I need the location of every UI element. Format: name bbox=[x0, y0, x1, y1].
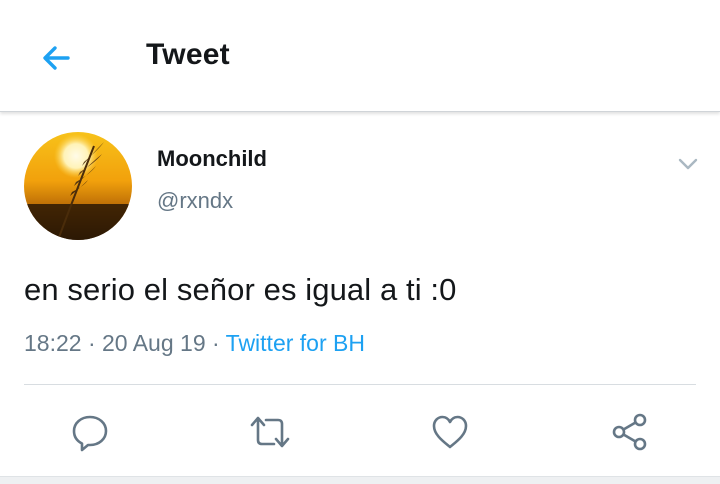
tweet-metadata: 18:22 · 20 Aug 19 · Twitter for BH bbox=[24, 330, 365, 357]
like-button[interactable] bbox=[426, 408, 474, 456]
tweet-time: 18:22 bbox=[24, 330, 82, 356]
tweet-text: en serio el señor es igual a ti :0 bbox=[24, 272, 457, 307]
user-handle[interactable]: @rxndx bbox=[157, 188, 233, 214]
page-title: Tweet bbox=[146, 38, 230, 71]
arrow-left-icon bbox=[43, 46, 70, 70]
chevron-down-icon bbox=[678, 158, 698, 170]
heart-icon bbox=[432, 415, 468, 449]
reply-icon bbox=[72, 415, 108, 452]
avatar-image bbox=[24, 132, 132, 240]
avatar[interactable] bbox=[24, 132, 132, 240]
bottom-divider bbox=[0, 476, 720, 484]
divider bbox=[24, 384, 696, 385]
meta-separator: · bbox=[212, 330, 220, 356]
meta-separator: · bbox=[87, 330, 96, 356]
retweet-icon bbox=[250, 416, 290, 448]
top-app-bar: Tweet bbox=[0, 0, 720, 112]
tweet-date: 20 Aug 19 bbox=[102, 330, 206, 356]
retweet-button[interactable] bbox=[246, 408, 294, 456]
share-button[interactable] bbox=[606, 408, 654, 456]
tweet-source-link[interactable]: Twitter for BH bbox=[226, 330, 365, 356]
share-icon bbox=[612, 413, 647, 451]
tweet-actions-bar bbox=[0, 408, 720, 456]
more-options-button[interactable] bbox=[672, 148, 704, 180]
reply-button[interactable] bbox=[66, 408, 114, 456]
back-button[interactable] bbox=[30, 32, 82, 84]
display-name[interactable]: Moonchild bbox=[157, 146, 267, 172]
